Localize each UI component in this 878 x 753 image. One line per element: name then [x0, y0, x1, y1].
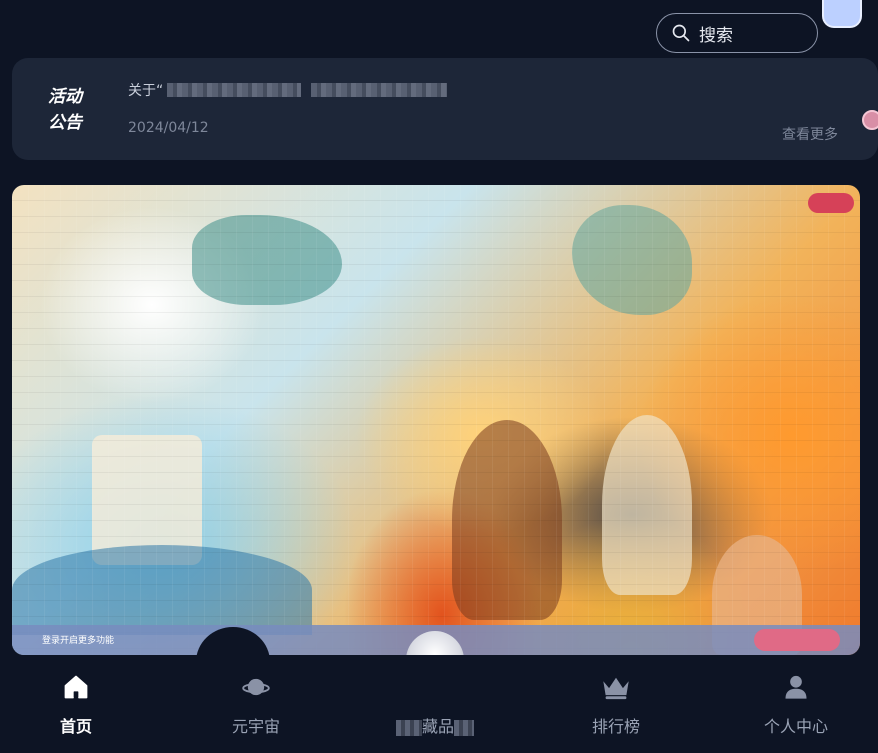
tab-profile[interactable]: 个人中心 — [726, 655, 866, 753]
tab-ranking[interactable]: 排行榜 — [546, 655, 686, 753]
redacted-title-part1 — [167, 83, 302, 97]
tab-profile-label: 个人中心 — [763, 717, 828, 736]
tab-collection-text: 藏品 — [421, 717, 454, 736]
banner-carousel[interactable]: 登录开启更多功能 — [12, 185, 860, 655]
banner-pixelation — [12, 185, 860, 655]
redacted-label-part — [395, 719, 422, 736]
login-now-button[interactable] — [754, 629, 840, 651]
tab-metaverse-label: 元宇宙 — [231, 717, 280, 736]
floating-chat-button[interactable] — [862, 110, 878, 130]
collection-icon — [419, 671, 451, 703]
announcement-date: 2024/04/12 — [128, 120, 209, 136]
user-icon — [780, 671, 812, 703]
search-input[interactable]: 搜索 — [656, 13, 818, 53]
login-prompt-text: 登录开启更多功能 — [42, 636, 115, 646]
redacted-label-part2 — [454, 719, 474, 736]
home-icon — [60, 671, 92, 703]
tab-collection[interactable]: 藏品 — [365, 655, 505, 753]
announcement-title[interactable]: 关于“ — [128, 80, 448, 100]
tab-collection-label: 藏品 — [395, 713, 474, 737]
tab-ranking-label: 排行榜 — [591, 717, 640, 736]
crown-icon — [600, 671, 632, 703]
planet-icon — [240, 671, 272, 703]
tab-home-label: 首页 — [59, 717, 92, 736]
announcement-tag-line1: 活动 — [48, 87, 82, 107]
bottom-tab-bar: 首页 元宇宙 藏品 排行榜 个人中心 — [0, 655, 878, 753]
tab-home[interactable]: 首页 — [6, 655, 146, 753]
view-more-link[interactable]: 查看更多 — [782, 124, 838, 144]
avatar[interactable] — [822, 0, 862, 28]
announcement-title-prefix: 关于“ — [128, 83, 164, 99]
tab-metaverse[interactable]: 元宇宙 — [186, 655, 326, 753]
banner-badge — [808, 193, 854, 213]
announcement-tag: 活动 公告 — [48, 84, 88, 136]
search-label: 搜索 — [699, 25, 733, 46]
announcement-card[interactable]: 活动 公告 关于“ 2024/04/12 查看更多 — [12, 58, 878, 160]
redacted-title-part2 — [311, 83, 448, 97]
announcement-tag-line2: 公告 — [48, 113, 82, 133]
search-icon — [672, 24, 690, 42]
